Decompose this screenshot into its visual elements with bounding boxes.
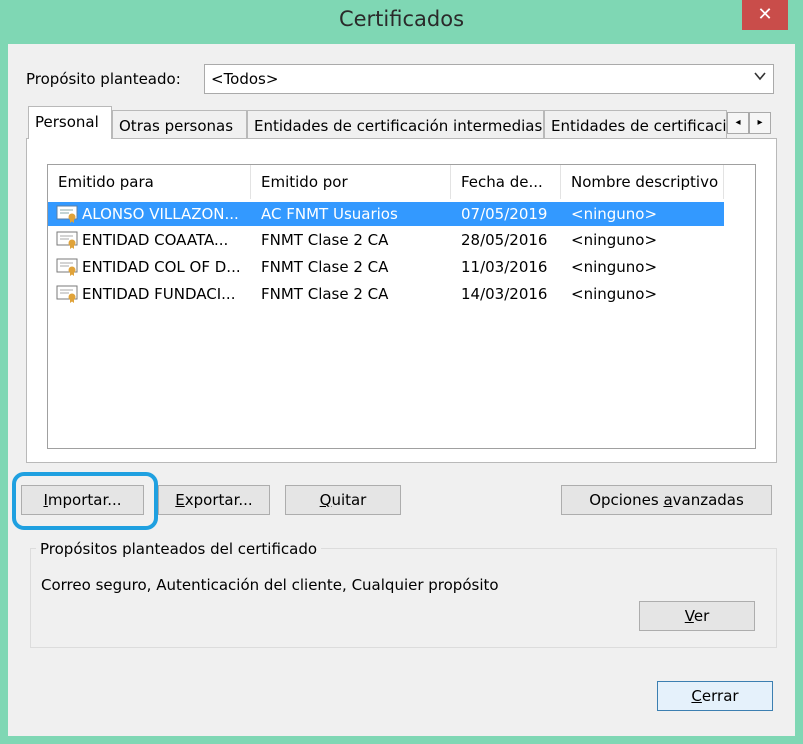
- cell-friendly-name: <ninguno>: [571, 205, 658, 223]
- dialog-client: Propósito planteado: <Todos> Personal Ot…: [8, 44, 795, 736]
- tab-label: Entidades de certificaci: [551, 117, 727, 135]
- chevron-down-icon: [753, 69, 767, 87]
- table-row[interactable]: ENTIDAD COL OF D... FNMT Clase 2 CA 11/0…: [48, 255, 724, 279]
- certificate-icon: [56, 258, 78, 276]
- cell-date: 14/03/2016: [461, 285, 548, 303]
- cell-friendly-name: <ninguno>: [571, 258, 658, 276]
- close-label: errar: [701, 687, 739, 705]
- close-window-button[interactable]: ✕: [742, 0, 788, 30]
- advanced-mnemonic: a: [663, 491, 673, 509]
- tab-panel: Emitido para Emitido por Fecha de... Nom…: [26, 138, 777, 463]
- window-title: Certificados: [338, 7, 465, 31]
- cell-issued-by: AC FNMT Usuarios: [261, 205, 398, 223]
- import-label: mportar...: [47, 491, 122, 509]
- cell-date: 11/03/2016: [461, 258, 548, 276]
- cell-date: 07/05/2019: [461, 205, 548, 223]
- view-label: er: [693, 607, 710, 625]
- cell-date: 28/05/2016: [461, 231, 548, 249]
- tab-personal[interactable]: Personal: [28, 106, 112, 139]
- tab-entidades-intermedias[interactable]: Entidades de certificación intermedias: [247, 110, 544, 138]
- export-button[interactable]: Exportar...: [158, 485, 270, 515]
- purpose-label: Propósito planteado:: [26, 70, 181, 88]
- certificate-purposes-text: Correo seguro, Autenticación del cliente…: [41, 576, 499, 594]
- close-mnemonic: C: [691, 687, 702, 705]
- arrow-right-icon: ▸: [757, 117, 763, 128]
- close-button[interactable]: Cerrar: [657, 681, 773, 711]
- certificate-purposes-group: [30, 548, 777, 648]
- purpose-select[interactable]: <Todos>: [204, 64, 774, 94]
- tab-entidades-raiz[interactable]: Entidades de certificaci: [544, 110, 727, 138]
- arrow-left-icon: ◂: [735, 117, 741, 128]
- view-button[interactable]: Ver: [639, 601, 755, 631]
- cell-issued-to: ENTIDAD COL OF D...: [82, 258, 241, 276]
- advanced-options-button[interactable]: Opciones avanzadas: [561, 485, 772, 515]
- remove-button[interactable]: Quitar: [285, 485, 401, 515]
- tab-label: Otras personas: [119, 117, 234, 135]
- column-header-friendly-name[interactable]: Nombre descriptivo: [561, 165, 724, 199]
- export-mnemonic: E: [175, 491, 185, 509]
- cell-friendly-name: <ninguno>: [571, 285, 658, 303]
- advanced-label-start: Opciones: [589, 491, 664, 509]
- close-icon: ✕: [757, 4, 773, 25]
- export-label: xportar...: [184, 491, 253, 509]
- tab-otras-personas[interactable]: Otras personas: [112, 110, 247, 138]
- column-header-issued-to[interactable]: Emitido para: [48, 165, 251, 199]
- table-row[interactable]: ALONSO VILLAZON... AC FNMT Usuarios 07/0…: [48, 202, 724, 226]
- table-row[interactable]: ENTIDAD FUNDACI... FNMT Clase 2 CA 14/03…: [48, 282, 724, 306]
- table-row[interactable]: ENTIDAD COAATA... FNMT Clase 2 CA 28/05/…: [48, 228, 724, 252]
- advanced-label-end: vanzadas: [672, 491, 744, 509]
- import-button[interactable]: Importar...: [21, 485, 144, 515]
- remove-mnemonic: Q: [319, 491, 332, 509]
- cell-issued-by: FNMT Clase 2 CA: [261, 258, 389, 276]
- tab-label: Personal: [35, 113, 99, 131]
- certificate-icon: [56, 231, 78, 249]
- cell-issued-by: FNMT Clase 2 CA: [261, 231, 389, 249]
- certificate-list[interactable]: Emitido para Emitido por Fecha de... Nom…: [47, 164, 756, 449]
- tab-label: Entidades de certificación intermedias: [254, 117, 543, 135]
- certificate-purposes-title: Propósitos planteados del certificado: [36, 540, 322, 558]
- title-bar: Certificados ✕: [0, 0, 803, 40]
- column-header-issued-by[interactable]: Emitido por: [251, 165, 451, 199]
- view-mnemonic: V: [684, 607, 694, 625]
- purpose-select-value: <Todos>: [211, 70, 279, 88]
- cell-issued-by: FNMT Clase 2 CA: [261, 285, 389, 303]
- certificate-icon: [56, 285, 78, 303]
- certificate-icon: [56, 205, 78, 223]
- cell-issued-to: ALONSO VILLAZON...: [82, 205, 239, 223]
- tab-scroll-left-button[interactable]: ◂: [727, 112, 749, 134]
- column-header-date[interactable]: Fecha de...: [451, 165, 561, 199]
- tab-scroll-right-button[interactable]: ▸: [749, 112, 771, 134]
- remove-label: uitar: [331, 491, 367, 509]
- cell-issued-to: ENTIDAD FUNDACI...: [82, 285, 236, 303]
- cell-issued-to: ENTIDAD COAATA...: [82, 231, 229, 249]
- cell-friendly-name: <ninguno>: [571, 231, 658, 249]
